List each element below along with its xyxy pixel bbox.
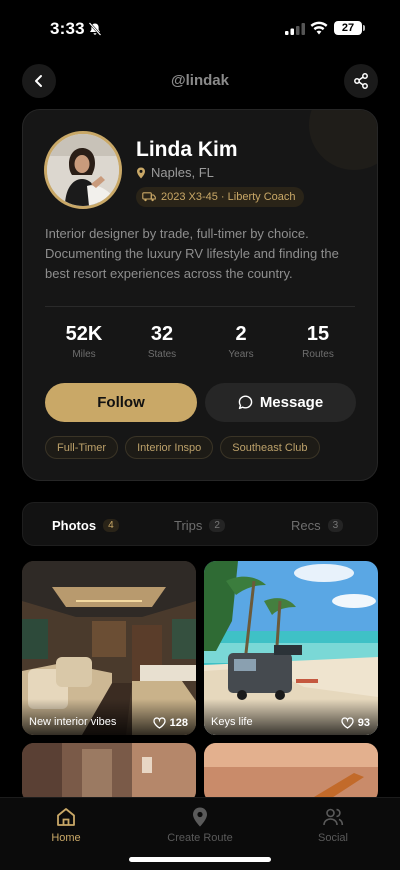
chat-bubble-icon <box>238 395 253 410</box>
status-time: 3:33 <box>50 19 85 38</box>
message-label: Message <box>259 394 324 411</box>
tag-chip[interactable]: Full-Timer <box>45 436 119 459</box>
location-label: Naples, FL <box>151 165 214 180</box>
profile-name: Linda Kim <box>136 138 238 161</box>
home-icon <box>57 808 75 826</box>
like-count: 128 <box>169 717 188 729</box>
signal-icon <box>285 23 305 35</box>
photo-card[interactable] <box>204 743 378 803</box>
tag-chip[interactable]: Interior Inspo <box>125 436 214 459</box>
tab-recs[interactable]: Recs 3 <box>291 503 344 547</box>
photo-caption: New interior vibes <box>29 716 117 728</box>
nav-home[interactable]: Home <box>16 806 116 844</box>
share-icon <box>354 73 368 89</box>
bell-muted-icon <box>88 22 102 36</box>
stat-value: 52K <box>65 323 103 345</box>
stat-value: 32 <box>150 323 174 345</box>
stat-label: Miles <box>72 349 96 360</box>
photo-card[interactable]: Keys life 93 <box>204 561 378 735</box>
tab-label: Trips <box>174 517 203 533</box>
divider <box>45 306 355 307</box>
top-nav: @lindak <box>22 63 378 99</box>
tag-list: Full-Timer Interior Inspo Southeast Club <box>45 436 320 459</box>
tab-count: 4 <box>103 518 119 532</box>
tab-photos[interactable]: Photos 4 <box>52 503 119 547</box>
stat-value: 2 <box>235 323 247 345</box>
nav-label: Home <box>51 832 81 844</box>
vehicle-badge: 2023 X3-45 · Liberty Coach <box>136 187 304 207</box>
rv-icon <box>142 192 156 202</box>
tab-trips[interactable]: Trips 2 <box>174 503 225 547</box>
map-pin-icon <box>193 807 207 827</box>
nav-label: Social <box>318 832 348 844</box>
battery-indicator: 27 <box>334 21 365 35</box>
nav-social[interactable]: Social <box>283 806 383 844</box>
tag-chip[interactable]: Southeast Club <box>220 436 320 459</box>
stat-label: States <box>147 349 177 360</box>
like-button[interactable]: 93 <box>341 717 370 729</box>
tab-label: Recs <box>291 517 321 533</box>
stat-years: 2 Years <box>202 322 280 360</box>
share-button[interactable] <box>344 64 378 98</box>
profile-bio: Interior designer by trade, full-timer b… <box>45 226 339 281</box>
like-button[interactable]: 128 <box>152 717 188 729</box>
wifi-icon <box>310 21 328 35</box>
location-pin-icon <box>137 167 145 178</box>
photo-sunset-wing <box>204 743 378 803</box>
profile-card: Linda Kim Naples, FL 2023 X3-45 · Libert… <box>22 109 378 481</box>
card-decoration <box>309 110 377 170</box>
tab-count: 2 <box>209 518 225 532</box>
profile-handle: @lindak <box>171 72 229 89</box>
profile-location: Naples, FL <box>136 165 214 180</box>
message-button[interactable]: Message <box>205 383 356 422</box>
stat-value: 15 <box>306 323 330 345</box>
tab-count: 3 <box>327 518 344 532</box>
users-icon <box>323 808 344 826</box>
nav-label: Create Route <box>167 832 233 844</box>
tab-label: Photos <box>52 517 97 533</box>
stat-miles: 52K Miles <box>45 322 123 360</box>
vehicle-label: 2023 X3-45 · Liberty Coach <box>161 191 296 203</box>
stat-label: Years <box>228 349 254 360</box>
photo-card[interactable] <box>22 743 196 803</box>
status-bar: 3:33 27 <box>0 0 400 58</box>
stat-routes: 15 Routes <box>279 322 357 360</box>
stats-row: 52K Miles 32 States 2 Years 15 Routes <box>45 322 357 366</box>
heart-icon <box>341 717 354 729</box>
photo-card[interactable]: New interior vibes 128 <box>22 561 196 735</box>
avatar[interactable] <box>44 131 122 209</box>
nav-create-route[interactable]: Create Route <box>150 806 250 844</box>
stat-states: 32 States <box>123 322 201 360</box>
photo-street <box>22 743 196 803</box>
home-indicator[interactable] <box>129 857 271 862</box>
heart-icon <box>152 717 166 729</box>
avatar-photo <box>47 134 119 206</box>
like-count: 93 <box>357 717 370 729</box>
stat-label: Routes <box>302 349 334 360</box>
photo-caption: Keys life <box>211 716 253 728</box>
follow-button[interactable]: Follow <box>45 383 197 422</box>
content-tabs: Photos 4 Trips 2 Recs 3 <box>22 502 378 546</box>
